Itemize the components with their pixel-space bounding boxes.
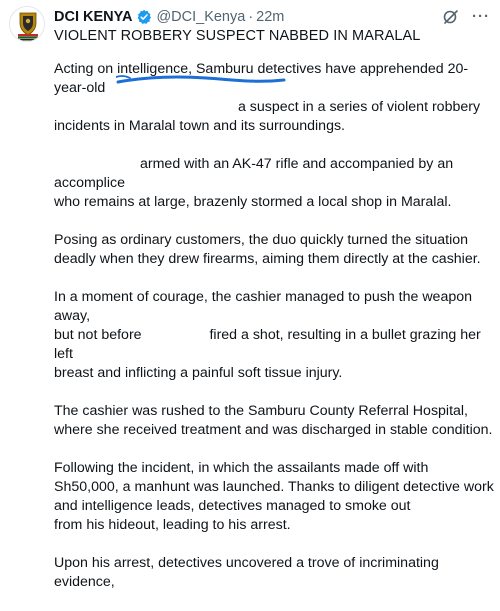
redacted-name	[146, 329, 206, 341]
paragraph-4-line-2a: but not before	[54, 327, 142, 343]
paragraph-4-line-3: breast and inflicting a painful soft tis…	[54, 365, 343, 381]
paragraph-7: Upon his arrest, detectives uncovered a …	[54, 555, 439, 590]
author-name[interactable]: DCI KENYA	[54, 9, 132, 25]
dci-logo	[10, 7, 44, 41]
paragraph-1: Acting on intelligence, Samburu detectiv…	[54, 60, 494, 136]
paragraph-2-line-2: who remains at large, brazenly stormed a…	[54, 194, 452, 210]
verified-badge-icon	[136, 9, 152, 25]
author-handle[interactable]: @DCI_Kenya	[156, 9, 245, 25]
paragraph-6-part-2: from his hideout, leading to his arrest.	[54, 517, 291, 533]
timestamp[interactable]: 22m	[256, 9, 284, 25]
tweet-actions-top: ···	[442, 8, 490, 26]
paragraph-1-line-2: a suspect in a series of violent robbery	[237, 99, 481, 115]
redacted-name	[54, 158, 140, 170]
paragraph-1-line-3: incidents in Maralal town and its surrou…	[54, 118, 345, 134]
redacted-name	[414, 500, 472, 512]
paragraph-2: armed with an AK-47 rifle and accompanie…	[54, 155, 494, 212]
paragraph-3: Posing as ordinary customers, the duo qu…	[54, 232, 481, 267]
tweet-card: DCI KENYA @DCI_Kenya · 22m ··· VIOLENT R…	[0, 0, 500, 590]
paragraph-6: Following the incident, in which the ass…	[54, 459, 494, 535]
grok-icon[interactable]	[442, 8, 460, 26]
avatar[interactable]	[9, 6, 45, 42]
more-icon[interactable]: ···	[472, 8, 490, 26]
tweet-header: DCI KENYA @DCI_Kenya · 22m	[54, 7, 490, 27]
paragraph-4-line-1: In a moment of courage, the cashier mana…	[54, 289, 473, 324]
tweet-body: Acting on intelligence, Samburu detectiv…	[54, 60, 494, 611]
paragraph-5: The cashier was rushed to the Samburu Co…	[54, 403, 493, 438]
tweet-headline: VIOLENT ROBBERY SUSPECT NABBED IN MARALA…	[54, 28, 421, 44]
highlight-scribble	[116, 75, 286, 84]
separator-dot: ·	[248, 9, 254, 25]
redacted-name	[54, 101, 234, 113]
paragraph-4: In a moment of courage, the cashier mana…	[54, 288, 494, 383]
